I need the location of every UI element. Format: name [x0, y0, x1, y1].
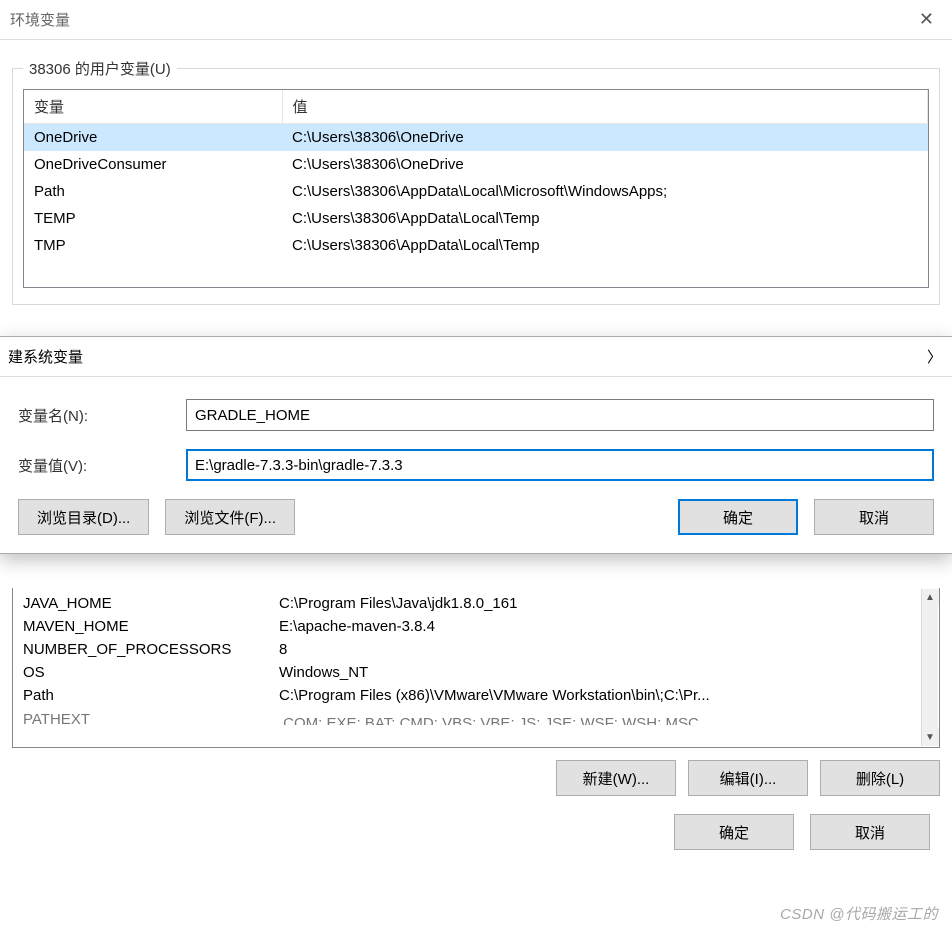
var-value: C:\Program Files\Java\jdk1.8.0_161: [279, 595, 929, 612]
scroll-up-icon[interactable]: ▲: [922, 589, 939, 606]
main-cancel-button[interactable]: 取消: [810, 814, 930, 850]
main-ok-button[interactable]: 确定: [674, 814, 794, 850]
user-variables-legend: 38306 的用户变量(U): [23, 58, 177, 79]
variable-value-input[interactable]: [186, 449, 934, 481]
var-value: C:\Users\38306\AppData\Local\Temp: [282, 205, 928, 232]
var-name: JAVA_HOME: [23, 595, 279, 612]
variable-name-input[interactable]: [186, 399, 934, 431]
chevron-right-icon: 〉: [927, 346, 942, 367]
col-header-name[interactable]: 变量: [24, 90, 282, 124]
var-name: Path: [23, 687, 279, 704]
sys-edit-button[interactable]: 编辑(I)...: [688, 760, 808, 796]
table-row[interactable]: OSWindows_NT: [13, 661, 939, 684]
table-row[interactable]: PathC:\Users\38306\AppData\Local\Microso…: [24, 178, 928, 205]
var-name: TMP: [24, 232, 282, 259]
main-dialog-body: 38306 的用户变量(U) 变量 值 OneDriveC:\Users\383…: [0, 40, 952, 305]
var-value: C:\Users\38306\AppData\Local\Microsoft\W…: [282, 178, 928, 205]
scroll-down-icon[interactable]: ▼: [922, 729, 939, 746]
watermark-text: CSDN @代码搬运工的: [780, 903, 938, 924]
new-var-ok-button[interactable]: 确定: [678, 499, 798, 535]
table-row[interactable]: TMPC:\Users\38306\AppData\Local\Temp: [24, 232, 928, 259]
new-var-cancel-button[interactable]: 取消: [814, 499, 934, 535]
user-variables-group: 38306 的用户变量(U) 变量 值 OneDriveC:\Users\383…: [12, 58, 940, 305]
col-header-value[interactable]: 值: [282, 90, 928, 124]
system-variables-group: JAVA_HOMEC:\Program Files\Java\jdk1.8.0_…: [12, 588, 940, 796]
variable-value-label: 变量值(V):: [18, 455, 186, 476]
table-row[interactable]: JAVA_HOMEC:\Program Files\Java\jdk1.8.0_…: [13, 592, 939, 615]
sys-new-button[interactable]: 新建(W)...: [556, 760, 676, 796]
table-row[interactable]: NUMBER_OF_PROCESSORS8: [13, 638, 939, 661]
var-value: Windows_NT: [279, 664, 929, 681]
close-icon[interactable]: ✕: [911, 5, 942, 34]
user-variables-table-wrap: 变量 值 OneDriveC:\Users\38306\OneDriveOneD…: [23, 89, 929, 288]
var-value: C:\Program Files (x86)\VMware\VMware Wor…: [279, 687, 929, 704]
table-row[interactable]: OneDriveC:\Users\38306\OneDrive: [24, 124, 928, 152]
new-system-variable-dialog: 建系统变量 〉 变量名(N): 变量值(V): 浏览目录(D)... 浏览文件(…: [0, 336, 952, 554]
browse-directory-button[interactable]: 浏览目录(D)...: [18, 499, 149, 535]
var-value: C:\Users\38306\OneDrive: [282, 151, 928, 178]
table-row[interactable]: PathC:\Program Files (x86)\VMware\VMware…: [13, 684, 939, 707]
var-name: MAVEN_HOME: [23, 618, 279, 635]
new-var-title: 建系统变量: [8, 346, 83, 367]
var-value: C:\Users\38306\AppData\Local\Temp: [282, 232, 928, 259]
table-row[interactable]: TEMPC:\Users\38306\AppData\Local\Temp: [24, 205, 928, 232]
var-name: OS: [23, 664, 279, 681]
variable-name-label: 变量名(N):: [18, 405, 186, 426]
var-value: E:\apache-maven-3.8.4: [279, 618, 929, 635]
var-value: 8: [279, 641, 929, 658]
var-name: OneDrive: [24, 124, 282, 152]
var-name: OneDriveConsumer: [24, 151, 282, 178]
new-var-title-bar: 建系统变量 〉: [0, 337, 952, 377]
sys-delete-button[interactable]: 删除(L): [820, 760, 940, 796]
table-row[interactable]: MAVEN_HOMEE:\apache-maven-3.8.4: [13, 615, 939, 638]
main-window-title: 环境变量: [10, 9, 70, 30]
user-variables-table[interactable]: 变量 值 OneDriveC:\Users\38306\OneDriveOneD…: [24, 90, 928, 259]
table-row[interactable]: OneDriveConsumerC:\Users\38306\OneDrive: [24, 151, 928, 178]
var-name: Path: [24, 178, 282, 205]
system-variables-table[interactable]: JAVA_HOMEC:\Program Files\Java\jdk1.8.0_…: [12, 588, 940, 748]
var-value: C:\Users\38306\OneDrive: [282, 124, 928, 152]
main-title-bar: 环境变量 ✕: [0, 0, 952, 40]
var-name: NUMBER_OF_PROCESSORS: [23, 641, 279, 658]
scrollbar[interactable]: ▲ ▼: [921, 589, 938, 746]
var-name: TEMP: [24, 205, 282, 232]
browse-file-button[interactable]: 浏览文件(F)...: [165, 499, 295, 535]
